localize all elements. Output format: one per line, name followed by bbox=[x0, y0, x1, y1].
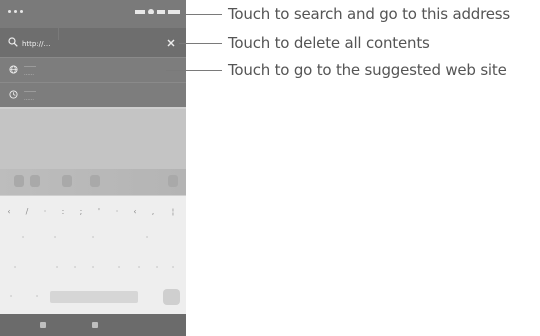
history-icon bbox=[9, 90, 18, 99]
keyboard-key[interactable]: · bbox=[38, 204, 52, 220]
on-screen-keyboard[interactable]: ‹ / · : ; ' · ‹ , ¦ · · · · · · · · · · … bbox=[0, 196, 186, 314]
keyboard-key[interactable]: · bbox=[48, 230, 62, 246]
keyboard-key[interactable]: ‹ bbox=[128, 204, 142, 220]
home-icon[interactable] bbox=[92, 322, 98, 328]
navigation-bar bbox=[0, 314, 186, 336]
keyboard-key[interactable]: · bbox=[68, 260, 82, 276]
keyboard-key[interactable]: · bbox=[30, 289, 44, 305]
suggestion-item[interactable]: …… …… bbox=[0, 82, 186, 107]
address-bar[interactable]: http://… bbox=[0, 28, 186, 57]
clear-icon[interactable] bbox=[166, 38, 176, 48]
go-key[interactable] bbox=[163, 289, 180, 305]
keyboard-key[interactable]: / bbox=[20, 204, 34, 220]
keyboard-key[interactable]: · bbox=[16, 230, 30, 246]
callout-leader bbox=[58, 14, 222, 15]
keyboard-key[interactable]: · bbox=[110, 204, 124, 220]
keyboard-key[interactable]: : bbox=[56, 204, 70, 220]
keyboard-key[interactable]: · bbox=[86, 260, 100, 276]
keyboard-key[interactable]: · bbox=[150, 260, 164, 276]
content-thumbnail bbox=[30, 175, 40, 187]
back-icon[interactable] bbox=[40, 322, 46, 328]
phone-screen: http://… …… …… …… …… ‹ / ·: ; ' · ‹ , ¦… bbox=[0, 0, 186, 336]
keyboard-key[interactable]: ¦ bbox=[166, 204, 180, 220]
suggestion-url: …… bbox=[24, 71, 34, 77]
keyboard-key[interactable]: · bbox=[140, 230, 154, 246]
suggestion-item[interactable]: …… …… bbox=[0, 57, 186, 82]
search-icon[interactable] bbox=[8, 37, 18, 47]
callout-search: Touch to search and go to this address bbox=[228, 5, 510, 23]
web-content-area bbox=[0, 109, 186, 195]
suggestion-url: …… bbox=[24, 96, 34, 102]
keyboard-key[interactable]: · bbox=[132, 260, 146, 276]
suggestion-title: …… bbox=[24, 87, 36, 94]
content-thumbnail bbox=[62, 175, 72, 187]
content-thumbnail bbox=[168, 175, 178, 187]
content-thumbnail bbox=[90, 175, 100, 187]
suggestion-title: …… bbox=[24, 62, 36, 69]
callout-leader bbox=[179, 43, 222, 44]
callout-delete: Touch to delete all contents bbox=[228, 34, 430, 52]
callout-leader bbox=[166, 70, 222, 71]
keyboard-key[interactable]: · bbox=[166, 260, 180, 276]
globe-icon bbox=[9, 65, 18, 74]
spacebar-key[interactable] bbox=[50, 291, 138, 303]
keyboard-key[interactable]: · bbox=[50, 260, 64, 276]
keyboard-key[interactable]: · bbox=[112, 260, 126, 276]
keyboard-key[interactable]: · bbox=[4, 289, 18, 305]
keyboard-key[interactable]: · bbox=[86, 230, 100, 246]
callout-suggested: Touch to go to the suggested web site bbox=[228, 61, 507, 79]
keyboard-key[interactable]: ' bbox=[92, 204, 106, 220]
callout-leader bbox=[58, 14, 59, 40]
content-thumbnail bbox=[14, 175, 24, 187]
keyboard-key[interactable]: ‹ bbox=[2, 204, 16, 220]
keyboard-key[interactable]: ; bbox=[74, 204, 88, 220]
notification-dots bbox=[8, 10, 23, 13]
keyboard-key[interactable]: , bbox=[146, 204, 160, 220]
url-input[interactable]: http://… bbox=[22, 38, 82, 50]
keyboard-key[interactable]: · bbox=[8, 260, 22, 276]
